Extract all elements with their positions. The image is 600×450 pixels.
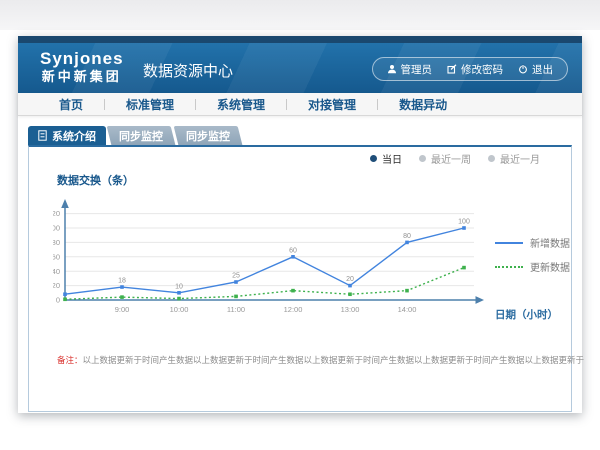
logo-company-name: 新中新集团 bbox=[40, 68, 124, 85]
svg-text:60: 60 bbox=[289, 247, 297, 254]
logo-wordmark: Synjones bbox=[40, 49, 124, 68]
user-toolbar: 管理员 修改密码 退出 bbox=[372, 57, 569, 81]
line-chart-svg: 0 20 40 60 80 100 120 9:00 10:00 11:00 12:00 13:00 1… bbox=[53, 192, 533, 322]
radio-dot bbox=[370, 155, 377, 162]
nav-item-standard-mgmt[interactable]: 标准管理 bbox=[105, 96, 195, 113]
legend-line-sample bbox=[495, 242, 523, 244]
svg-text:25: 25 bbox=[232, 273, 240, 280]
change-password-button[interactable]: 修改密码 bbox=[447, 62, 503, 77]
tab-label: 同步监控 bbox=[119, 128, 163, 144]
legend-label: 新增数据 bbox=[530, 235, 570, 250]
radio-label: 最近一月 bbox=[500, 151, 540, 166]
svg-text:80: 80 bbox=[403, 233, 411, 240]
legend-item-updated-data[interactable]: 更新数据 bbox=[495, 259, 570, 274]
nav-item-data-change[interactable]: 数据异动 bbox=[378, 96, 468, 113]
legend-label: 更新数据 bbox=[530, 259, 570, 274]
logout-icon bbox=[518, 64, 528, 74]
svg-text:9:00: 9:00 bbox=[115, 305, 130, 314]
nav-item-home[interactable]: 首页 bbox=[38, 96, 104, 113]
svg-text:60: 60 bbox=[53, 252, 60, 261]
footnote: 备注：以上数据更新于时间产生数据以上数据更新于时间产生数据以上数据更新于时间产生… bbox=[57, 354, 584, 366]
user-icon bbox=[387, 64, 397, 74]
document-icon bbox=[38, 130, 47, 141]
svg-text:18: 18 bbox=[118, 278, 126, 285]
y-axis-title: 数据交换（条） bbox=[57, 172, 134, 188]
app-header: Synjones 新中新集团 数据资源中心 管理员 修改 bbox=[18, 43, 582, 93]
footnote-text: 以上数据更新于时间产生数据以上数据更新于时间产生数据以上数据更新于时间产生数据以… bbox=[83, 355, 585, 365]
svg-text:13:00: 13:00 bbox=[341, 305, 360, 314]
user-name-label: 管理员 bbox=[401, 62, 433, 77]
svg-text:80: 80 bbox=[53, 238, 60, 247]
main-nav: 首页 标准管理 系统管理 对接管理 数据异动 bbox=[18, 93, 582, 116]
tab-label: 系统介绍 bbox=[52, 128, 96, 144]
nav-item-interface-mgmt[interactable]: 对接管理 bbox=[287, 96, 377, 113]
screen: Synjones 新中新集团 数据资源中心 管理员 修改 bbox=[0, 0, 600, 450]
line-chart: 0 20 40 60 80 100 120 9:00 10:00 11:00 12:00 13:00 1… bbox=[53, 192, 533, 322]
svg-text:20: 20 bbox=[53, 281, 60, 290]
tab-bar: 系统介绍 同步监控 同步监控 bbox=[28, 126, 240, 145]
chart-legend: 新增数据 更新数据 bbox=[495, 235, 570, 274]
x-axis-title: 日期（小时） bbox=[495, 307, 558, 322]
tab-system-intro[interactable]: 系统介绍 bbox=[28, 126, 106, 145]
logout-button[interactable]: 退出 bbox=[518, 62, 553, 77]
svg-text:40: 40 bbox=[53, 267, 60, 276]
svg-text:11:00: 11:00 bbox=[227, 305, 245, 314]
svg-text:10: 10 bbox=[175, 283, 183, 290]
time-range-filter: 当日 最近一周 最近一月 bbox=[370, 151, 540, 166]
svg-text:100: 100 bbox=[53, 224, 60, 233]
legend-line-sample bbox=[495, 266, 523, 268]
radio-dot bbox=[419, 155, 426, 162]
svg-text:12:00: 12:00 bbox=[284, 305, 303, 314]
svg-text:0: 0 bbox=[56, 296, 60, 305]
radio-label: 当日 bbox=[382, 151, 402, 166]
radio-last-week[interactable]: 最近一周 bbox=[419, 151, 471, 166]
header-accent-bar bbox=[18, 36, 582, 43]
tab-sync-monitor-2[interactable]: 同步监控 bbox=[176, 126, 240, 145]
footnote-prefix: 备注： bbox=[57, 355, 83, 365]
svg-text:120: 120 bbox=[53, 209, 60, 218]
svg-text:10:00: 10:00 bbox=[170, 305, 189, 314]
tab-label: 同步监控 bbox=[186, 128, 230, 144]
tab-sync-monitor-1[interactable]: 同步监控 bbox=[109, 126, 173, 145]
svg-text:20: 20 bbox=[346, 276, 354, 283]
desktop-background bbox=[0, 0, 600, 30]
radio-dot bbox=[488, 155, 495, 162]
radio-today[interactable]: 当日 bbox=[370, 151, 402, 166]
change-password-label: 修改密码 bbox=[461, 62, 503, 77]
edit-icon bbox=[447, 64, 457, 74]
page-title: 数据资源中心 bbox=[143, 60, 233, 81]
svg-text:100: 100 bbox=[458, 219, 470, 226]
brand-logo: Synjones 新中新集团 bbox=[40, 49, 124, 85]
legend-item-new-data[interactable]: 新增数据 bbox=[495, 235, 570, 250]
nav-item-system-mgmt[interactable]: 系统管理 bbox=[196, 96, 286, 113]
logout-label: 退出 bbox=[532, 62, 553, 77]
svg-text:14:00: 14:00 bbox=[398, 305, 417, 314]
radio-label: 最近一周 bbox=[431, 151, 471, 166]
current-user[interactable]: 管理员 bbox=[387, 62, 433, 77]
app-window: Synjones 新中新集团 数据资源中心 管理员 修改 bbox=[18, 36, 582, 413]
radio-last-month[interactable]: 最近一月 bbox=[488, 151, 540, 166]
